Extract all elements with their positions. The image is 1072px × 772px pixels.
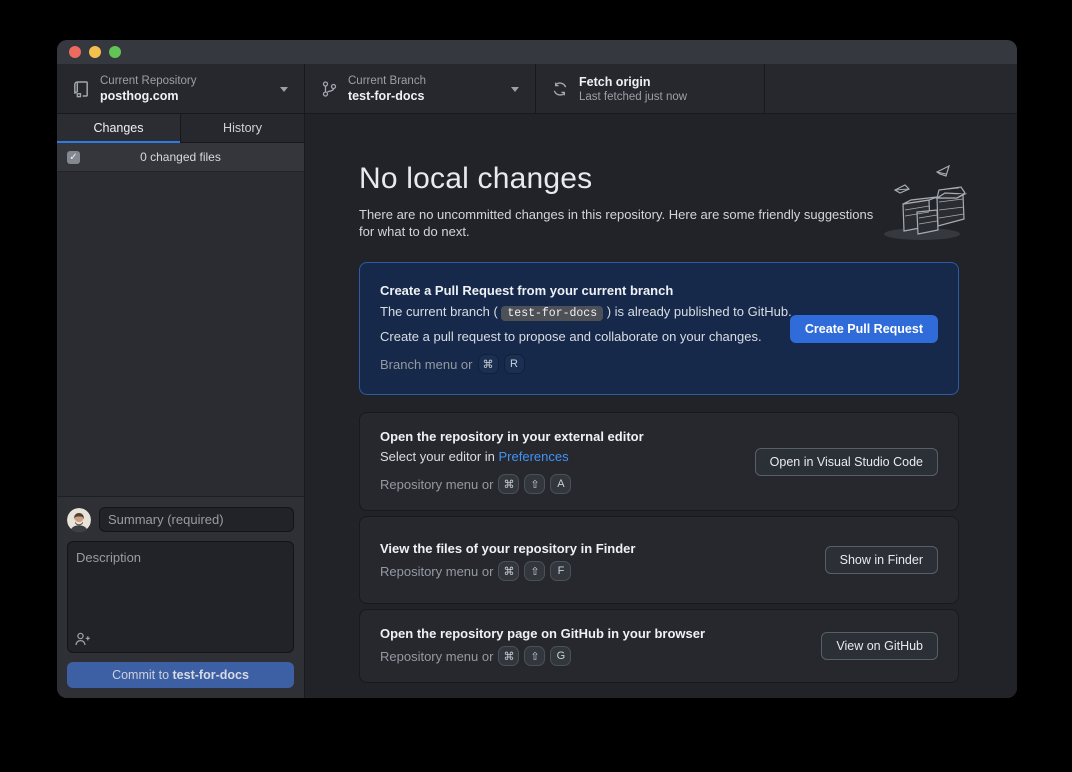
- cmd-keycap: ⌘: [498, 561, 519, 581]
- changed-files-list: [57, 172, 304, 496]
- view-on-github-card: Open the repository page on GitHub in yo…: [359, 609, 959, 683]
- github-desktop-window: Current Repository posthog.com Current B…: [57, 40, 1017, 698]
- minimize-window-button[interactable]: [89, 46, 101, 58]
- page-subtitle: There are no uncommitted changes in this…: [359, 206, 875, 240]
- card-title: Create a Pull Request from your current …: [380, 283, 938, 298]
- hint-text: Branch menu or: [380, 357, 473, 372]
- sync-icon: [551, 80, 569, 98]
- current-branch-dropdown[interactable]: Current Branch test-for-docs: [305, 64, 536, 113]
- shift-keycap: ⇧: [524, 561, 545, 581]
- cmd-keycap: ⌘: [498, 474, 519, 494]
- summary-input[interactable]: [99, 507, 294, 532]
- fetch-origin-label: Fetch origin: [579, 75, 687, 89]
- line-text: Select your editor in: [380, 449, 499, 464]
- f-keycap: F: [550, 561, 571, 581]
- preferences-link[interactable]: Preferences: [499, 449, 569, 464]
- git-branch-icon: [320, 80, 338, 98]
- open-in-vscode-button[interactable]: Open in Visual Studio Code: [755, 448, 938, 476]
- description-input[interactable]: [67, 541, 294, 653]
- chevron-down-icon: [280, 87, 288, 92]
- line-text: The current branch (: [380, 304, 501, 319]
- no-changes-panel: No local changes There are no uncommitte…: [305, 114, 1017, 698]
- fetch-origin-button[interactable]: Fetch origin Last fetched just now: [536, 64, 765, 113]
- commit-form: Commit to test-for-docs: [57, 496, 304, 698]
- current-repository-value: posthog.com: [100, 89, 197, 103]
- commit-button-branch: test-for-docs: [173, 668, 249, 682]
- changes-sidebar: Changes History ✓ 0 changed files: [57, 114, 305, 698]
- cmd-keycap: ⌘: [478, 354, 499, 374]
- repo-icon: [72, 80, 90, 98]
- current-branch-label: Current Branch: [348, 75, 426, 87]
- fetch-origin-status: Last fetched just now: [579, 91, 687, 103]
- add-coauthor-icon[interactable]: [75, 632, 91, 646]
- close-window-button[interactable]: [69, 46, 81, 58]
- view-on-github-button[interactable]: View on GitHub: [821, 632, 938, 660]
- create-pull-request-button[interactable]: Create Pull Request: [790, 315, 938, 343]
- current-repository-dropdown[interactable]: Current Repository posthog.com: [57, 64, 305, 113]
- r-keycap: R: [504, 354, 525, 374]
- select-all-checkbox[interactable]: ✓: [67, 151, 80, 164]
- avatar: [67, 508, 91, 532]
- branch-code-pill: test-for-docs: [501, 306, 603, 321]
- suggestion-cards: Create a Pull Request from your current …: [359, 262, 959, 683]
- external-editor-card: Open the repository in your external edi…: [359, 412, 959, 511]
- changed-files-header: ✓ 0 changed files: [57, 143, 304, 172]
- shortcut-hint: Repository menu or ⌘ ⇧ A: [380, 474, 938, 494]
- zoom-window-button[interactable]: [109, 46, 121, 58]
- titlebar: [57, 40, 1017, 64]
- current-repository-label: Current Repository: [100, 75, 197, 87]
- hint-text: Repository menu or: [380, 564, 493, 579]
- current-branch-value: test-for-docs: [348, 89, 426, 103]
- tab-changes[interactable]: Changes: [57, 114, 180, 143]
- toolbar-spacer: [765, 64, 1017, 113]
- show-in-finder-button[interactable]: Show in Finder: [825, 546, 938, 574]
- shift-keycap: ⇧: [524, 646, 545, 666]
- line-text: ) is already published to GitHub.: [603, 304, 792, 319]
- shortcut-hint: Branch menu or ⌘ R: [380, 354, 938, 374]
- commit-button-prefix: Commit to: [112, 668, 172, 682]
- traffic-lights: [69, 46, 121, 58]
- g-keycap: G: [550, 646, 571, 666]
- tab-history[interactable]: History: [180, 114, 304, 143]
- sidebar-tabs: Changes History: [57, 114, 304, 143]
- hint-text: Repository menu or: [380, 477, 493, 492]
- a-keycap: A: [550, 474, 571, 494]
- card-title: Open the repository in your external edi…: [380, 429, 938, 444]
- show-in-finder-card: View the files of your repository in Fin…: [359, 516, 959, 604]
- shift-keycap: ⇧: [524, 474, 545, 494]
- hint-text: Repository menu or: [380, 649, 493, 664]
- changed-files-count: 0 changed files: [140, 150, 221, 164]
- toolbar: Current Repository posthog.com Current B…: [57, 64, 1017, 114]
- cmd-keycap: ⌘: [498, 646, 519, 666]
- chevron-down-icon: [511, 87, 519, 92]
- create-pr-card: Create a Pull Request from your current …: [359, 262, 959, 395]
- commit-button[interactable]: Commit to test-for-docs: [67, 662, 294, 688]
- paper-stack-illustration: [875, 156, 967, 249]
